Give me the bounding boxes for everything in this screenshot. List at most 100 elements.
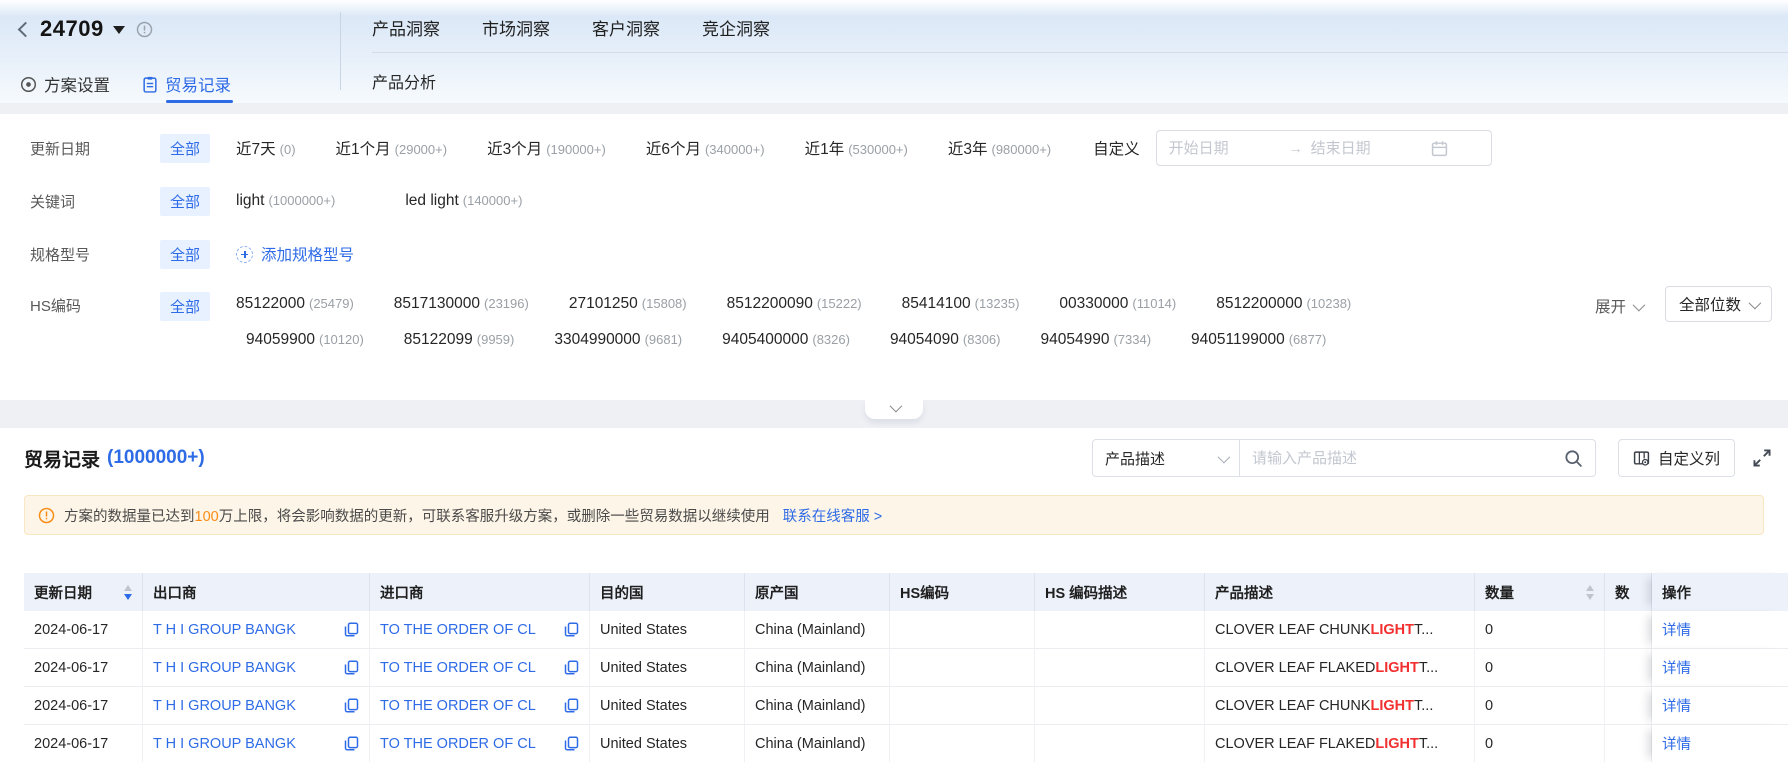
hs-code-option[interactable]: 27101250 (15808) [569,295,687,313]
update-date-all-chip[interactable]: 全部 [160,133,211,163]
copy-icon[interactable] [564,660,579,675]
plan-dropdown-caret-icon[interactable] [112,26,125,34]
tab-market-insight[interactable]: 市场洞察 [482,15,550,40]
cell-exporter[interactable]: T H I GROUP BANGK [143,725,370,762]
date-option[interactable]: 近1年 (530000+) [805,137,908,159]
chevron-down-icon [889,399,902,413]
tab-competitor-insight[interactable]: 竞企洞察 [702,15,770,40]
hs-code-option[interactable]: 00330000 (11014) [1059,295,1176,313]
hs-code-option[interactable]: 85414100 (13235) [902,295,1020,313]
cell-product-desc: CLOVER LEAF CHUNK LIGHT T... [1205,611,1475,649]
keyword-option[interactable]: led light (140000+) [405,192,522,210]
warning-icon [38,507,55,523]
copy-icon[interactable] [344,698,359,713]
search-icon[interactable] [1564,449,1583,468]
nav-product-analysis[interactable]: 产品分析 [372,69,436,93]
hs-digits-select[interactable]: 全部位数 [1664,286,1772,322]
filter-row-hs-code: HS编码 全部 85122000 (25479) 8517130000 (23196… [30,286,1598,358]
copy-icon[interactable] [564,698,579,713]
hs-code-option[interactable]: 8512200090 (15222) [727,295,862,313]
hs-code-option[interactable]: 94051199000 (6877) [1191,331,1326,349]
hs-code-option[interactable]: 94054990 (7334) [1040,331,1151,349]
tab-product-insight[interactable]: 产品洞察 [372,15,440,40]
date-option[interactable]: 近1个月 (29000+) [336,137,448,159]
update-date-options: 近7天 (0) 近1个月 (29000+) 近3个月 (190000+) 近6个月 (3… [236,137,1051,159]
detail-link[interactable]: 详情 [1662,619,1691,640]
hs-expand-toggle[interactable]: 展开 [1595,295,1646,317]
hs-code-option[interactable]: 9405400000 (8326) [722,331,850,349]
date-option[interactable]: 近3年 (980000+) [948,137,1051,159]
info-icon[interactable] [136,21,153,38]
header-vertical-divider [340,12,341,90]
cell-origin: China (Mainland) [745,725,890,762]
date-option[interactable]: 近6个月 (340000+) [646,137,765,159]
plan-subtabs: 方案设置 贸易记录 [20,60,233,103]
keyword-option[interactable]: light (1000000+) [236,192,335,210]
date-option[interactable]: 近3个月 (190000+) [487,137,606,159]
cell-hs [890,725,1035,762]
contact-support-link[interactable]: 联系在线客服 > [783,505,883,526]
hs-code-option[interactable]: 3304990000 (9681) [554,331,682,349]
cell-origin: China (Mainland) [745,611,890,649]
tab-customer-insight[interactable]: 客户洞察 [592,15,660,40]
cell-hs [890,611,1035,649]
col-importer: 进口商 [370,573,590,611]
spec-all-chip[interactable]: 全部 [160,239,211,269]
calendar-icon[interactable] [1431,140,1448,157]
col-update-date[interactable]: 更新日期 [24,573,143,611]
table-row: 2024-06-17 T H I GROUP BANGK TO THE ORDE… [24,611,1788,649]
hs-code-option[interactable]: 8512200000 (10238) [1216,295,1351,313]
cell-exporter[interactable]: T H I GROUP BANGK [143,611,370,649]
date-range-picker[interactable]: → [1155,130,1492,166]
copy-icon[interactable] [344,736,359,751]
hs-code-list: 85122000 (25479) 8517130000 (23196) 271012… [236,286,1351,358]
cell-importer[interactable]: TO THE ORDER OF CL [370,687,590,725]
hs-code-line-1: 85122000 (25479) 8517130000 (23196) 271012… [236,286,1351,322]
hs-all-chip[interactable]: 全部 [160,292,211,321]
custom-columns-button[interactable]: 自定义列 [1617,439,1735,477]
cell-importer[interactable]: TO THE ORDER OF CL [370,611,590,649]
custom-date-label[interactable]: 自定义 [1093,137,1140,159]
col-actions: 操作 [1652,573,1788,611]
subtab-trade-records[interactable]: 贸易记录 [142,60,233,103]
hs-code-option[interactable]: 85122099 (9959) [404,331,515,349]
copy-icon[interactable] [564,736,579,751]
sort-toggle[interactable] [1586,584,1594,600]
detail-link[interactable]: 详情 [1662,733,1691,754]
detail-link[interactable]: 详情 [1662,657,1691,678]
keyword-options: light (1000000+) led light (140000+) [236,192,522,210]
subtab-label: 贸易记录 [165,77,231,95]
hs-code-option[interactable]: 94054090 (8306) [890,331,1001,349]
back-icon[interactable] [17,21,34,38]
hs-code-option[interactable]: 85122000 (25479) [236,295,354,313]
hs-code-option[interactable]: 8517130000 (23196) [394,295,529,313]
copy-icon[interactable] [564,622,579,637]
cell-exporter[interactable]: T H I GROUP BANGK [143,687,370,725]
subtab-plan-settings[interactable]: 方案设置 [20,60,110,103]
cell-hs [890,649,1035,687]
hs-code-option[interactable]: 94059900 (10120) [246,331,364,349]
search-field-select[interactable]: 产品描述 [1091,439,1240,477]
add-spec-button[interactable]: 添加规格型号 [236,243,354,265]
fullscreen-button[interactable] [1752,448,1772,468]
col-destination: 目的国 [590,573,745,611]
search-bar[interactable] [1239,439,1596,477]
plan-title[interactable]: 24709 [40,16,104,42]
sort-toggle[interactable] [124,584,132,600]
cell-importer[interactable]: TO THE ORDER OF CL [370,725,590,762]
copy-icon[interactable] [344,660,359,675]
cell-product-desc: CLOVER LEAF CHUNK LIGHT T... [1205,687,1475,725]
filter-collapse-toggle[interactable] [865,399,923,419]
keyword-all-chip[interactable]: 全部 [160,186,211,216]
search-input[interactable] [1251,449,1564,467]
plan-selector[interactable]: 24709 [17,16,153,42]
col-quantity[interactable]: 数量 [1475,573,1605,611]
warning-quota-number: 100 [194,508,219,525]
date-option[interactable]: 近7天 (0) [236,137,296,159]
cell-importer[interactable]: TO THE ORDER OF CL [370,649,590,687]
start-date-input[interactable] [1168,139,1281,157]
cell-exporter[interactable]: T H I GROUP BANGK [143,649,370,687]
copy-icon[interactable] [344,622,359,637]
detail-link[interactable]: 详情 [1662,695,1691,716]
end-date-input[interactable] [1310,139,1423,157]
